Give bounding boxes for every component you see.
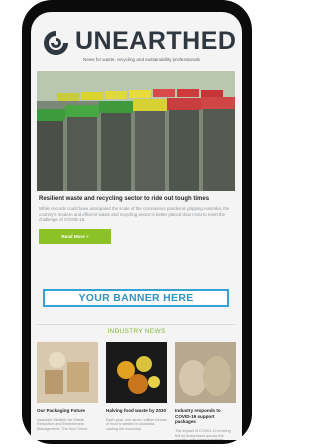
read-more-button[interactable]: Read More » bbox=[39, 229, 111, 244]
wheelie-bins-photo bbox=[37, 71, 235, 191]
feature-headline[interactable]: Resilient waste and recycling sector to … bbox=[39, 196, 235, 202]
news-card-summary: Each year, one seven million tonnes of f… bbox=[106, 417, 167, 432]
brand-tagline: News for waste, recycling and sustainabi… bbox=[83, 57, 200, 62]
news-card-title: Our Packaging Future bbox=[37, 408, 85, 413]
section-divider bbox=[37, 324, 235, 325]
hero-image[interactable] bbox=[37, 71, 235, 191]
news-card[interactable]: Our Packaging Future Assistant Minister … bbox=[37, 342, 98, 432]
brand-logo[interactable]: UNEARTHED News for waste, recycling and … bbox=[39, 26, 239, 66]
feature-summary: While records could have anticipated the… bbox=[39, 206, 230, 223]
brand-name: UNEARTHED bbox=[75, 27, 237, 55]
news-card[interactable]: Halving food waste by 2030 Each year, on… bbox=[106, 342, 167, 432]
phone-frame: UNEARTHED News for waste, recycling and … bbox=[22, 0, 252, 444]
ad-banner[interactable]: YOUR BANNER HERE bbox=[43, 289, 229, 307]
news-card-title: Industry responds to COVID-19 support pa… bbox=[175, 408, 221, 425]
newsletter-screen: UNEARTHED News for waste, recycling and … bbox=[31, 12, 242, 440]
news-card-summary: Assistant Minister for Waste Reduction a… bbox=[37, 417, 88, 432]
swirl-logo-icon bbox=[44, 31, 68, 55]
news-card-summary: The impact of COVID-19 is being felt by … bbox=[175, 428, 231, 440]
news-card-image bbox=[106, 342, 167, 403]
news-card-image bbox=[175, 342, 236, 403]
news-card-title: Halving food waste by 2030 bbox=[106, 408, 166, 413]
news-card-image bbox=[37, 342, 98, 403]
news-card[interactable]: Industry responds to COVID-19 support pa… bbox=[175, 342, 236, 440]
industry-news-title: INDUSTRY NEWS bbox=[107, 328, 166, 335]
